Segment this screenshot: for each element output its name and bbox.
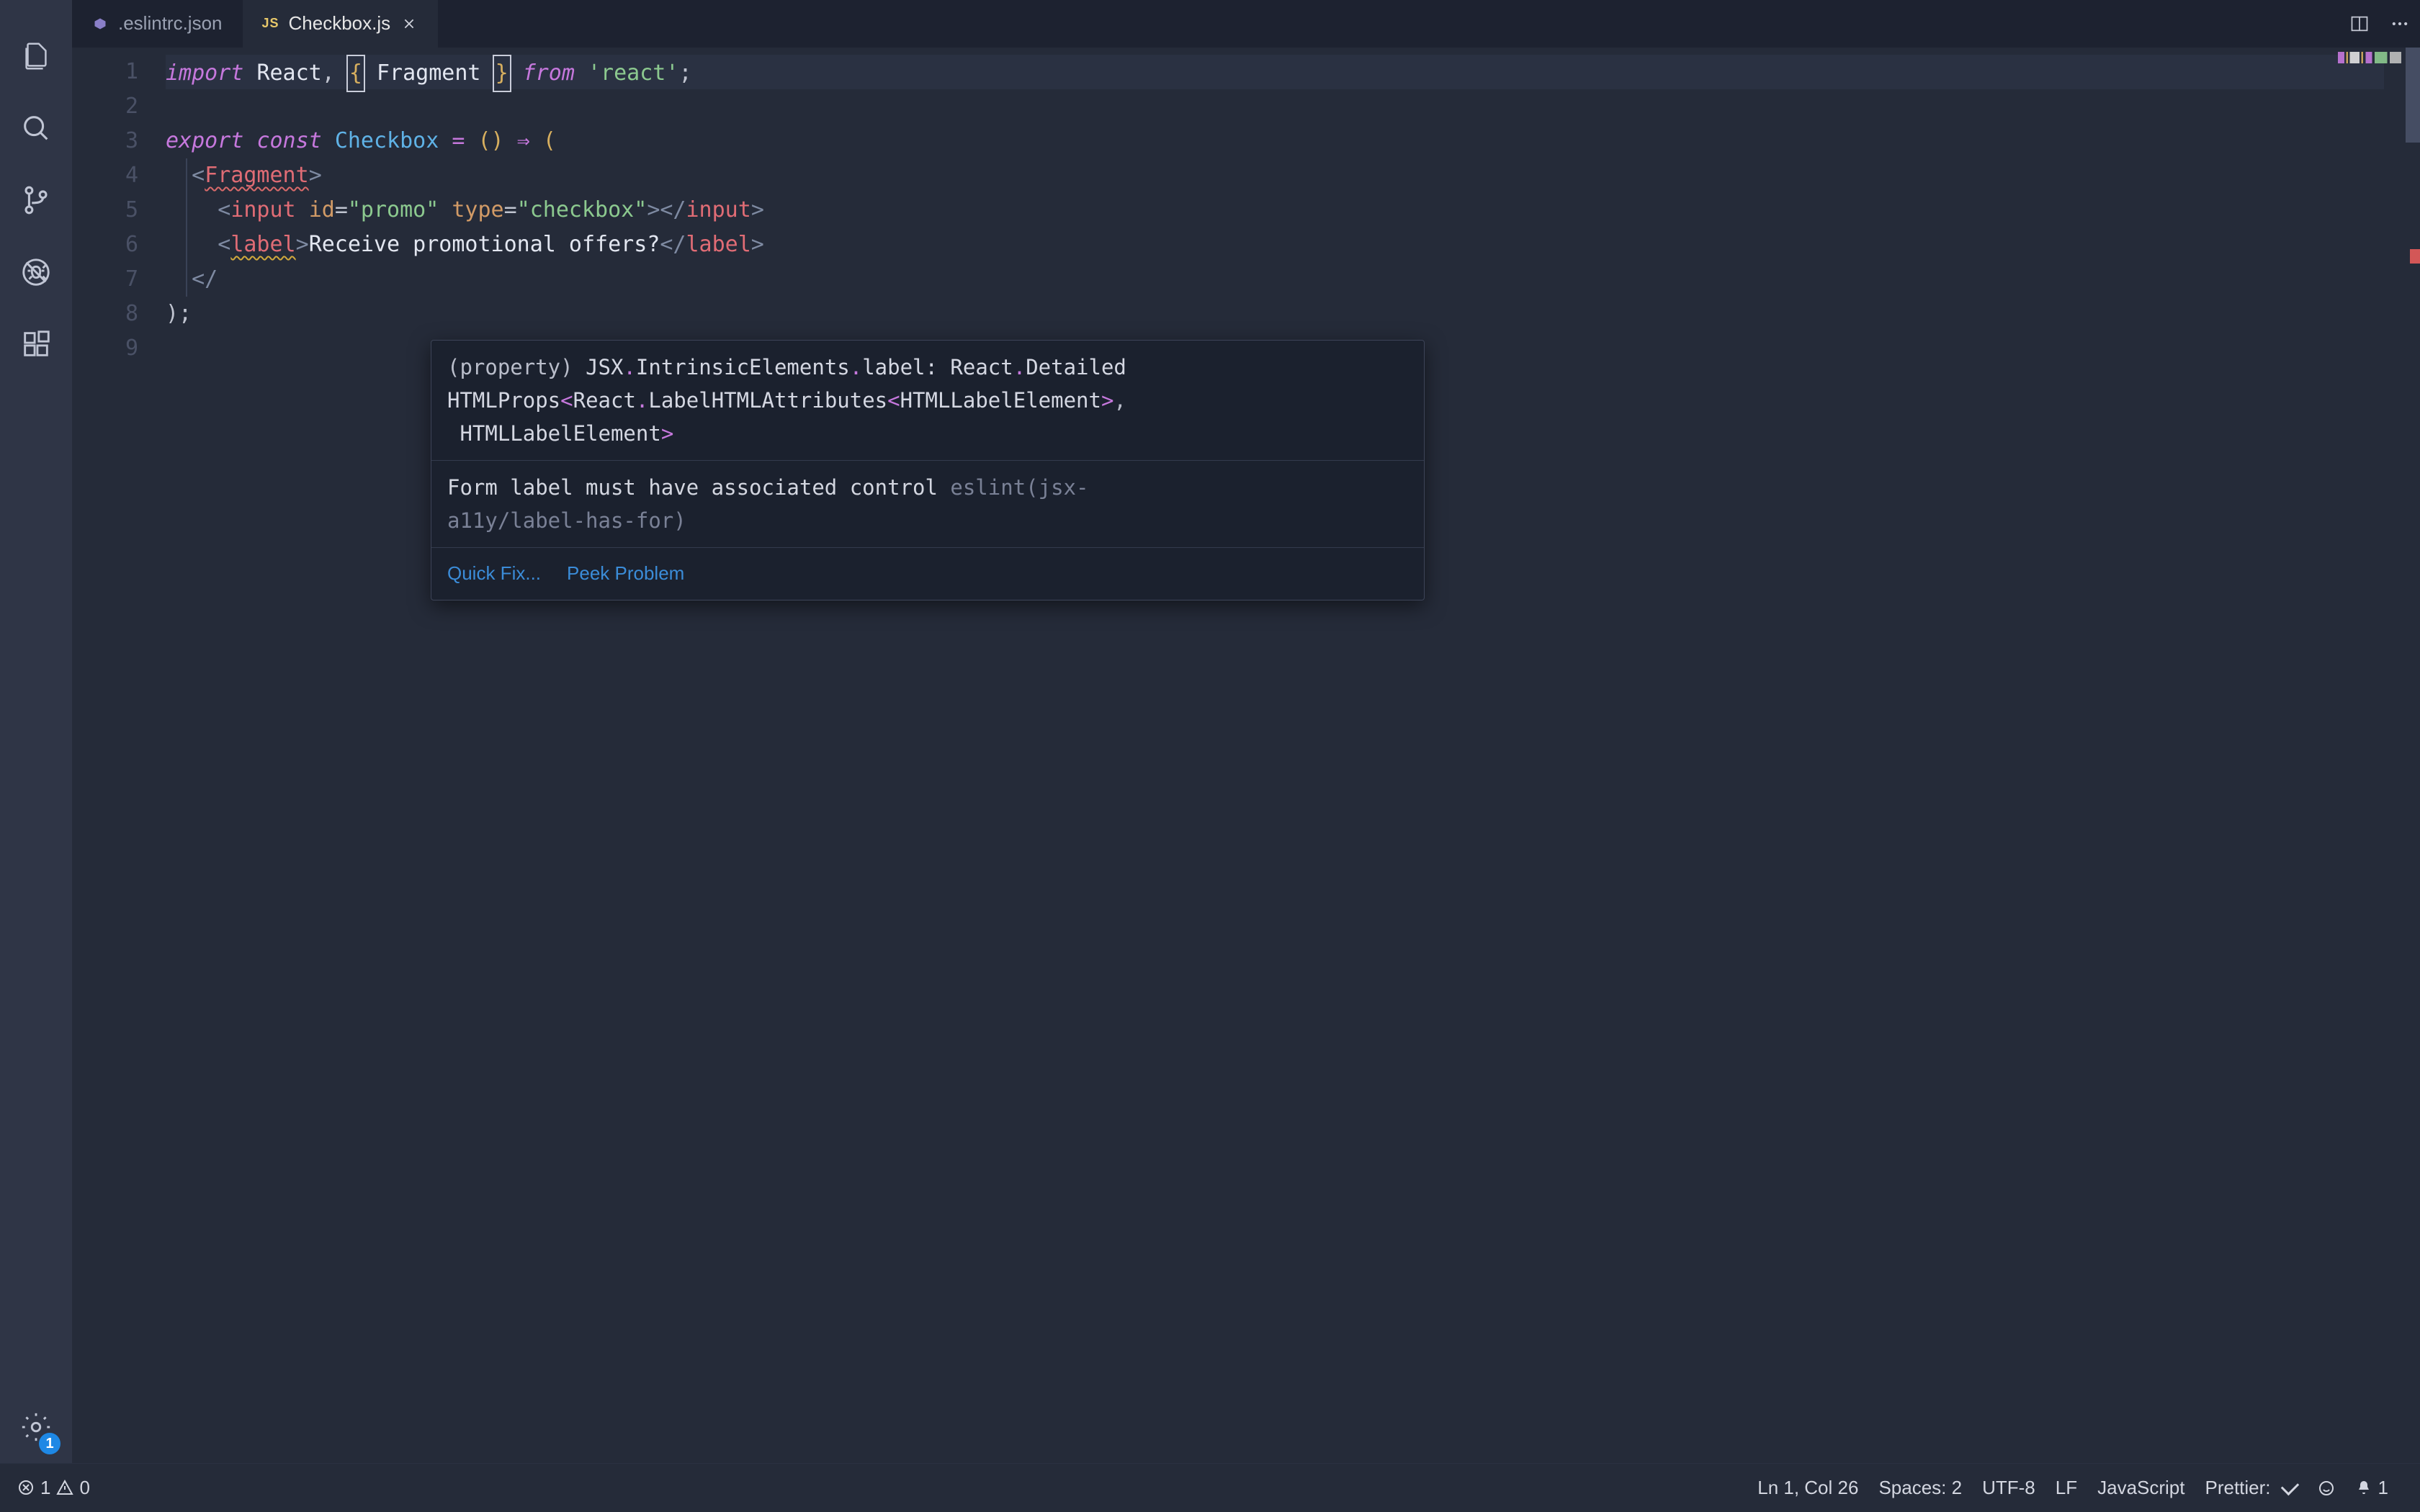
code-line[interactable]: </	[166, 262, 2384, 297]
hover-signature: (property) JSX.IntrinsicElements.label: …	[431, 341, 1424, 460]
warning-icon	[56, 1479, 73, 1496]
error-count: 1	[40, 1476, 50, 1500]
activity-bar: 1	[0, 0, 72, 1463]
line-number: 1	[72, 55, 166, 89]
line-number: 4	[72, 158, 166, 193]
token-string: "promo"	[348, 197, 439, 222]
status-feedback[interactable]	[2318, 1480, 2335, 1497]
token-jsx-tag: input	[686, 197, 751, 222]
extensions-icon	[19, 328, 53, 361]
line-number: 9	[72, 331, 166, 366]
line-number: 7	[72, 262, 166, 297]
js-icon: JS	[263, 16, 279, 32]
bracket-cursor: }	[493, 55, 511, 92]
token-jsx-tag: input	[230, 197, 295, 222]
activity-scm[interactable]	[0, 164, 72, 236]
smiley-icon	[2318, 1480, 2335, 1497]
error-icon	[17, 1479, 35, 1496]
token-keyword: export	[166, 128, 243, 153]
line-number: 8	[72, 297, 166, 331]
quick-fix-link[interactable]: Quick Fix...	[447, 557, 541, 590]
status-eol[interactable]: LF	[2056, 1476, 2077, 1500]
tab-bar: .eslintrc.json JS Checkbox.js	[72, 0, 2420, 48]
code-line[interactable]	[166, 89, 2384, 124]
token-jsx-tag: label	[230, 232, 295, 257]
activity-explorer[interactable]	[0, 20, 72, 92]
activity-debug[interactable]	[0, 236, 72, 308]
code-line[interactable]: export const Checkbox = () ⇒ (	[166, 124, 2384, 158]
status-notifications[interactable]: 1	[2355, 1476, 2388, 1500]
hover-actions: Quick Fix... Peek Problem	[431, 547, 1424, 600]
branch-icon	[19, 184, 53, 217]
search-icon	[19, 112, 53, 145]
token-attr: type	[452, 197, 503, 222]
line-number: 5	[72, 193, 166, 228]
editor-more-button[interactable]	[2380, 0, 2420, 48]
token-string: 'react'	[588, 60, 678, 86]
close-icon	[403, 17, 416, 30]
peek-problem-link[interactable]: Peek Problem	[567, 557, 684, 590]
token-ident: Fragment	[377, 60, 481, 86]
token-def: Checkbox	[335, 128, 439, 153]
code-line[interactable]: <input id="promo" type="checkbox"></inpu…	[166, 193, 2384, 228]
notification-count: 1	[2378, 1476, 2388, 1500]
warning-count: 0	[79, 1476, 89, 1500]
split-editor-button[interactable]	[2339, 0, 2380, 48]
token-jsx-tag: label	[686, 232, 750, 257]
tab-label: Checkbox.js	[289, 12, 391, 36]
editor[interactable]: 1 2 3 4 5 6 7 8 9 import React, { Fragme…	[72, 48, 2420, 1463]
hover-message: Form label must have associated control …	[431, 460, 1424, 547]
tab-label: .eslintrc.json	[118, 12, 223, 36]
tab-checkbox[interactable]: JS Checkbox.js	[243, 0, 439, 48]
gutter: 1 2 3 4 5 6 7 8 9	[72, 48, 166, 1463]
status-language[interactable]: JavaScript	[2097, 1476, 2184, 1500]
token-string: "checkbox"	[517, 197, 647, 222]
status-prettier[interactable]: Prettier:	[2205, 1476, 2298, 1500]
token-text: Receive promotional offers?	[309, 232, 660, 257]
token-keyword: import	[166, 60, 243, 86]
tab-eslintrc[interactable]: .eslintrc.json	[72, 0, 243, 48]
activity-extensions[interactable]	[0, 308, 72, 380]
code-line[interactable]: <label>Receive promotional offers?</labe…	[166, 228, 2384, 262]
bell-icon	[2355, 1479, 2372, 1496]
status-encoding[interactable]: UTF-8	[1982, 1476, 2035, 1500]
line-number: 2	[72, 89, 166, 124]
token-tag-bracket: </	[192, 266, 218, 292]
code-line[interactable]: <Fragment>	[166, 158, 2384, 193]
token-ident: React	[256, 60, 321, 86]
hover-msg-text: Form label must have associated control	[447, 475, 938, 500]
status-bar: 1 0 Ln 1, Col 26 Spaces: 2 UTF-8 LF Java…	[0, 1463, 2420, 1512]
eslint-icon	[92, 16, 108, 32]
token-jsx-tag: Fragment	[205, 163, 309, 188]
tab-bar-spacer	[438, 0, 2339, 48]
no-bug-icon	[19, 256, 53, 289]
status-spaces[interactable]: Spaces: 2	[1878, 1476, 1962, 1500]
hover-sig-prefix: (property)	[447, 355, 586, 379]
status-cursor[interactable]: Ln 1, Col 26	[1757, 1476, 1858, 1500]
overview-marker-error[interactable]	[2410, 249, 2420, 264]
scrollbar-thumb[interactable]	[2406, 48, 2420, 143]
minimap[interactable]	[2338, 52, 2401, 63]
tab-close-button[interactable]	[400, 15, 418, 32]
bracket-cursor: {	[346, 55, 365, 92]
code-line[interactable]: );	[166, 297, 2384, 331]
files-icon	[19, 40, 53, 73]
settings-badge: 1	[39, 1433, 60, 1454]
activity-search[interactable]	[0, 92, 72, 164]
activity-settings[interactable]: 1	[0, 1391, 72, 1463]
code-area[interactable]: import React, { Fragment } from 'react';…	[166, 55, 2384, 366]
status-problems[interactable]: 1 0	[17, 1476, 90, 1500]
line-number: 6	[72, 228, 166, 262]
ellipsis-icon	[2390, 14, 2410, 34]
token-keyword: from	[523, 60, 575, 86]
split-icon	[2349, 14, 2370, 34]
line-number: 3	[72, 124, 166, 158]
token-attr: id	[309, 197, 335, 222]
hover-tooltip: (property) JSX.IntrinsicElements.label: …	[431, 340, 1425, 600]
code-line[interactable]: import React, { Fragment } from 'react';	[166, 55, 2384, 89]
token-keyword: const	[256, 128, 321, 153]
token-punc: );	[166, 301, 192, 326]
